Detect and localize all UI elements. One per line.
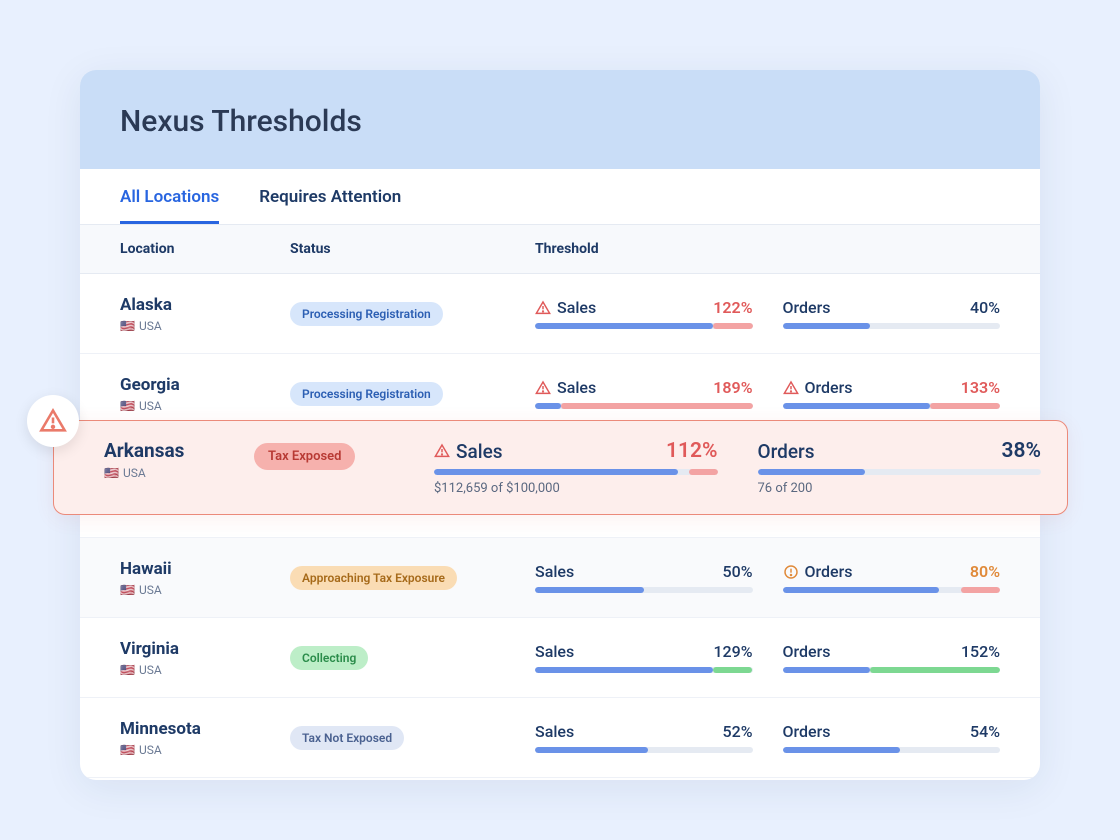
card-header: Nexus Thresholds xyxy=(80,70,1040,169)
status-badge: Processing Registration xyxy=(290,382,443,406)
orders-bar xyxy=(783,587,1001,593)
flag-icon: 🇺🇸 xyxy=(120,743,135,757)
orders-percent: 40% xyxy=(970,298,1000,317)
location-name: Alaska xyxy=(120,294,290,316)
threshold-sales: Sales 112% $112,659 of $100,000 xyxy=(434,439,718,496)
threshold-orders: Orders40% xyxy=(783,298,1001,329)
orders-bar xyxy=(783,667,1001,673)
table-row[interactable]: Alaska 🇺🇸USAProcessing Registration Sales1… xyxy=(80,274,1040,354)
sales-percent: 50% xyxy=(723,562,753,581)
page-title: Nexus Thresholds xyxy=(120,104,1000,139)
status-badge: Collecting xyxy=(290,646,368,670)
location-country: 🇺🇸USA xyxy=(120,583,290,597)
status-badge: Processing Registration xyxy=(290,302,443,326)
location-country: 🇺🇸USA xyxy=(120,663,290,677)
threshold-orders: Orders152% xyxy=(783,642,1001,673)
location-country: 🇺🇸 USA xyxy=(104,466,254,480)
sales-percent: 189% xyxy=(713,378,752,397)
tabs: All Locations Requires Attention xyxy=(80,169,1040,225)
orders-bar xyxy=(783,403,1001,409)
table-body: Alaska🇺🇸USAProcessing RegistrationSales1… xyxy=(80,274,1040,780)
flag-icon: 🇺🇸 xyxy=(120,663,135,677)
orders-percent: 152% xyxy=(961,642,1000,661)
sales-bar xyxy=(535,747,753,753)
sales-percent: 112% xyxy=(666,439,718,463)
table-row[interactable]: Washington🇺🇸USASalesOrders xyxy=(80,778,1040,780)
sales-bar xyxy=(434,469,718,475)
flag-icon: 🇺🇸 xyxy=(120,399,135,413)
sales-bar xyxy=(535,667,753,673)
threshold-sales: Sales129% xyxy=(535,642,753,673)
sales-percent: 129% xyxy=(713,642,752,661)
orders-percent: 133% xyxy=(961,378,1000,397)
orders-bar xyxy=(783,747,1001,753)
status-badge: Approaching Tax Exposure xyxy=(290,566,457,590)
sales-bar xyxy=(535,323,753,329)
location-country: 🇺🇸USA xyxy=(120,743,290,757)
column-headers: Location Status Threshold xyxy=(80,225,1040,274)
sales-bar xyxy=(535,587,753,593)
location-name: Arkansas xyxy=(104,439,254,464)
location-name: Minnesota xyxy=(120,718,290,740)
flag-icon: 🇺🇸 xyxy=(120,583,135,597)
sales-detail: $112,659 of $100,000 xyxy=(434,481,718,496)
alert-badge-icon xyxy=(27,395,79,447)
orders-bar xyxy=(758,469,1042,475)
tab-requires-attention[interactable]: Requires Attention xyxy=(259,169,401,224)
warning-icon xyxy=(535,300,551,316)
flag-icon: 🇺🇸 xyxy=(104,466,119,480)
location-country: 🇺🇸USA xyxy=(120,319,290,333)
location-country: 🇺🇸USA xyxy=(120,399,290,413)
sales-percent: 122% xyxy=(713,298,752,317)
location-name: Virginia xyxy=(120,638,290,660)
threshold-sales: Sales50% xyxy=(535,562,753,593)
tab-all-locations[interactable]: All Locations xyxy=(120,169,219,224)
warning-circle-icon xyxy=(783,564,799,580)
sales-bar xyxy=(535,403,753,409)
table-row[interactable]: Virginia 🇺🇸USACollecting Sales129% Orders15… xyxy=(80,618,1040,698)
threshold-sales: Sales189% xyxy=(535,378,753,409)
warning-icon xyxy=(783,380,799,396)
col-header-status: Status xyxy=(290,241,535,257)
threshold-orders: Orders80% xyxy=(783,562,1001,593)
threshold-orders: Orders54% xyxy=(783,722,1001,753)
threshold-sales: Sales122% xyxy=(535,298,753,329)
orders-percent: 54% xyxy=(970,722,1000,741)
orders-bar xyxy=(783,323,1001,329)
col-header-threshold: Threshold xyxy=(535,241,1000,257)
highlighted-row-arkansas[interactable]: Arkansas 🇺🇸 USA Tax Exposed Sales 112% xyxy=(53,420,1068,515)
table-row[interactable]: Hawaii 🇺🇸USAApproaching Tax Exposure Sales… xyxy=(80,538,1040,618)
sales-percent: 52% xyxy=(723,722,753,741)
warning-icon xyxy=(535,380,551,396)
warning-icon xyxy=(434,443,450,459)
orders-percent: 38% xyxy=(1002,439,1042,463)
location-name: Georgia xyxy=(120,374,290,396)
col-header-location: Location xyxy=(120,241,290,257)
threshold-orders: Orders133% xyxy=(783,378,1001,409)
threshold-sales: Sales52% xyxy=(535,722,753,753)
orders-detail: 76 of 200 xyxy=(758,481,1042,496)
table-row[interactable]: Minnesota 🇺🇸USATax Not Exposed Sales52% Ord… xyxy=(80,698,1040,778)
orders-percent: 80% xyxy=(970,562,1000,581)
flag-icon: 🇺🇸 xyxy=(120,319,135,333)
status-badge: Tax Exposed xyxy=(254,443,355,470)
threshold-orders: Orders 38% 76 of 200 xyxy=(758,439,1042,496)
location-name: Hawaii xyxy=(120,558,290,580)
status-badge: Tax Not Exposed xyxy=(290,726,404,750)
